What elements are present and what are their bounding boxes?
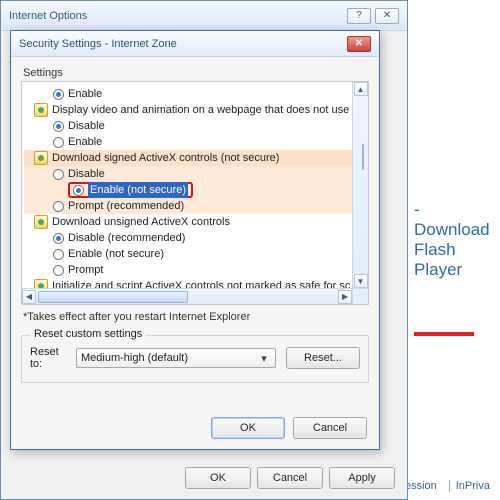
settings-tree: Enable Display video and animation on a … — [21, 81, 369, 305]
vertical-scrollbar[interactable]: ▲ ▼ — [352, 82, 368, 288]
radio-icon[interactable] — [53, 121, 64, 132]
footer-inprivate[interactable]: InPriva — [449, 480, 496, 492]
security-settings-dialog: Security Settings - Internet Zone ✕ Sett… — [10, 30, 380, 450]
radio-icon[interactable] — [53, 265, 64, 276]
io-cancel-button[interactable]: Cancel — [257, 467, 323, 489]
scroll-left-icon[interactable]: ◀ — [22, 290, 36, 304]
help-button[interactable]: ? — [347, 8, 371, 24]
dl-line2: Flash Player — [414, 240, 462, 279]
dl-line1: - Download — [414, 200, 490, 239]
internet-options-title: Internet Options — [9, 10, 87, 22]
internet-options-titlebar: Internet Options ? ✕ — [1, 1, 407, 31]
opt-enable-not-secure[interactable]: Enable (not secure) — [88, 182, 188, 198]
highlighted-option[interactable]: Enable (not secure) — [68, 182, 193, 198]
io-apply-button[interactable]: Apply — [329, 467, 395, 489]
settings-label: Settings — [23, 67, 369, 79]
reset-to-label: Reset to: — [30, 346, 66, 370]
cat-display-video[interactable]: Display video and animation on a webpage… — [52, 102, 349, 118]
opt-disable[interactable]: Disable — [68, 118, 105, 134]
reset-combo-value: Medium-high (default) — [81, 352, 188, 364]
scroll-down-icon[interactable]: ▼ — [354, 274, 368, 288]
scroll-corner — [352, 288, 368, 304]
io-ok-button[interactable]: OK — [185, 467, 251, 489]
red-underline — [414, 326, 474, 336]
opt-enable-not-secure[interactable]: Enable (not secure) — [68, 246, 164, 262]
ok-button[interactable]: OK — [211, 417, 285, 439]
opt-disable-recommended[interactable]: Disable (recommended) — [68, 230, 185, 246]
category-icon — [34, 103, 48, 117]
chevron-down-icon: ▾ — [257, 352, 271, 365]
category-icon — [34, 215, 48, 229]
opt-enable-prev[interactable]: Enable — [68, 86, 102, 102]
close-icon[interactable]: ✕ — [347, 36, 371, 52]
download-headline: - Download Flash Player — [414, 200, 494, 280]
scroll-up-icon[interactable]: ▲ — [354, 82, 368, 96]
cat-download-signed[interactable]: Download signed ActiveX controls (not se… — [52, 150, 279, 166]
internet-options-buttons: OK Cancel Apply — [1, 467, 407, 489]
scroll-thumb[interactable] — [362, 144, 364, 170]
radio-icon[interactable] — [53, 233, 64, 244]
reset-level-combo[interactable]: Medium-high (default) ▾ — [76, 348, 276, 368]
radio-icon[interactable] — [73, 185, 84, 196]
dialog-buttons: OK Cancel — [21, 407, 369, 441]
opt-enable[interactable]: Enable — [68, 134, 102, 150]
reset-button[interactable]: Reset... — [286, 347, 360, 369]
cancel-button[interactable]: Cancel — [293, 417, 367, 439]
security-settings-title: Security Settings - Internet Zone — [19, 38, 177, 50]
scroll-thumb[interactable] — [38, 291, 188, 303]
restart-note: *Takes effect after you restart Internet… — [23, 311, 367, 323]
reset-legend: Reset custom settings — [30, 328, 146, 340]
radio-icon[interactable] — [53, 137, 64, 148]
reset-custom-group: Reset custom settings Reset to: Medium-h… — [21, 335, 369, 383]
scroll-right-icon[interactable]: ▶ — [338, 290, 352, 304]
security-settings-titlebar: Security Settings - Internet Zone ✕ — [11, 31, 379, 57]
radio-icon[interactable] — [53, 249, 64, 260]
opt-prompt-recommended[interactable]: Prompt (recommended) — [68, 198, 184, 214]
scroll-track[interactable] — [36, 290, 338, 304]
browser-background: - Download Flash Player — [408, 30, 500, 500]
opt-prompt[interactable]: Prompt — [68, 262, 103, 278]
category-icon — [34, 151, 48, 165]
radio-icon[interactable] — [53, 89, 64, 100]
opt-disable[interactable]: Disable — [68, 166, 105, 182]
cat-download-unsigned[interactable]: Download unsigned ActiveX controls — [52, 214, 230, 230]
horizontal-scrollbar[interactable]: ◀ ▶ — [22, 288, 352, 304]
radio-icon[interactable] — [53, 201, 64, 212]
radio-icon[interactable] — [53, 169, 64, 180]
close-button[interactable]: ✕ — [375, 8, 399, 24]
